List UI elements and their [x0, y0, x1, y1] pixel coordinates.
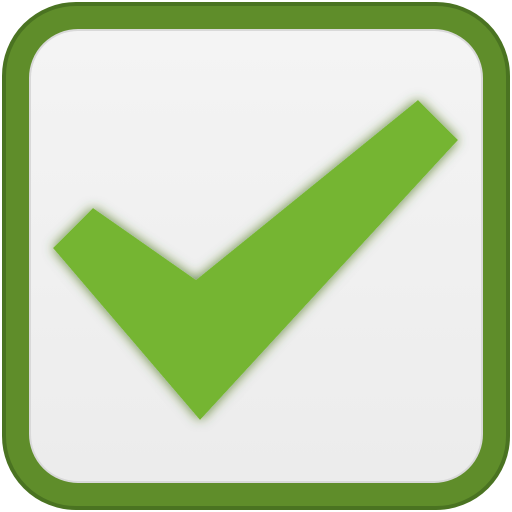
- checked-checkbox-icon[interactable]: [0, 0, 512, 512]
- checkbox-icon-canvas: [0, 0, 512, 512]
